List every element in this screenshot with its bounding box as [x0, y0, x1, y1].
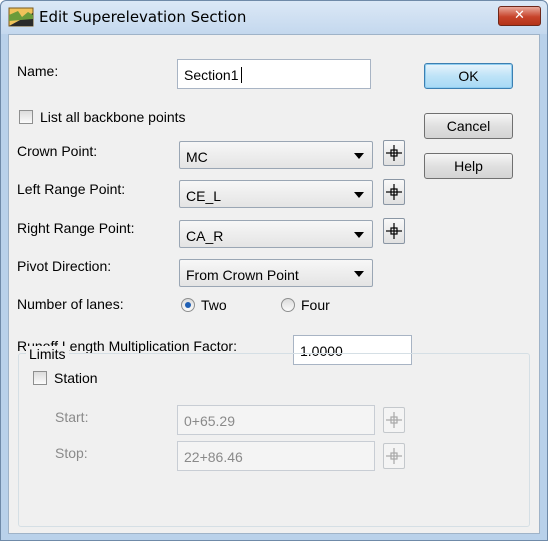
lanes-four-radio[interactable]: [281, 298, 295, 312]
station-checkbox[interactable]: [33, 371, 47, 385]
lanes-two-radio[interactable]: [181, 298, 195, 312]
station-label: Station: [54, 370, 98, 386]
right-range-point-pick-button[interactable]: [383, 218, 405, 244]
radio-selected-dot: [185, 302, 191, 308]
superelevation-app-icon: [8, 7, 34, 27]
ok-button[interactable]: OK: [424, 63, 513, 89]
number-of-lanes-label: Number of lanes:: [17, 296, 124, 312]
limits-group-label: Limits: [26, 346, 69, 362]
pivot-direction-label: Pivot Direction:: [17, 258, 112, 274]
list-all-backbone-checkbox[interactable]: [19, 110, 33, 124]
crosshair-target-icon: [386, 448, 402, 464]
crosshair-target-icon: [386, 412, 402, 428]
chevron-down-icon: [354, 192, 364, 198]
chevron-down-icon: [354, 232, 364, 238]
pivot-direction-dropdown[interactable]: From Crown Point: [179, 259, 373, 287]
left-range-point-pick-button[interactable]: [383, 179, 405, 205]
cancel-button[interactable]: Cancel: [424, 113, 513, 139]
list-all-backbone-label: List all backbone points: [40, 109, 186, 125]
left-range-point-value: CE_L: [186, 188, 222, 204]
title-bar[interactable]: Edit Superelevation Section ✕: [1, 1, 547, 34]
dialog-window: Edit Superelevation Section ✕ Name: Sect…: [0, 0, 548, 541]
help-button[interactable]: Help: [424, 153, 513, 179]
lanes-four-label: Four: [301, 297, 330, 313]
left-range-point-dropdown[interactable]: CE_L: [179, 180, 373, 208]
crosshair-target-icon: [386, 223, 402, 239]
dialog-body: Name: Section1 OK Cancel Help List all b…: [8, 34, 540, 534]
chevron-down-icon: [354, 271, 364, 277]
window-title: Edit Superelevation Section: [39, 8, 247, 26]
crown-point-value: MC: [186, 149, 208, 165]
crown-point-dropdown[interactable]: MC: [179, 141, 373, 169]
close-button[interactable]: ✕: [498, 6, 541, 26]
text-caret: [241, 67, 243, 83]
chevron-down-icon: [354, 153, 364, 159]
start-label: Start:: [55, 409, 89, 425]
crown-point-pick-button[interactable]: [383, 140, 405, 166]
start-station-input[interactable]: 0+65.29: [177, 405, 375, 435]
crosshair-target-icon: [386, 145, 402, 161]
stop-station-input[interactable]: 22+86.46: [177, 441, 375, 471]
right-range-point-label: Right Range Point:: [17, 220, 135, 236]
crosshair-target-icon: [386, 184, 402, 200]
right-range-point-dropdown[interactable]: CA_R: [179, 220, 373, 248]
right-range-point-value: CA_R: [186, 228, 224, 244]
lanes-two-label: Two: [201, 297, 227, 313]
crown-point-label: Crown Point:: [17, 143, 98, 159]
stop-label: Stop:: [55, 445, 88, 461]
left-range-point-label: Left Range Point:: [17, 181, 126, 197]
name-input[interactable]: Section1: [177, 59, 371, 89]
name-label: Name:: [17, 63, 59, 79]
name-value: Section1: [184, 67, 239, 83]
close-icon: ✕: [514, 8, 525, 23]
start-station-pick-button[interactable]: [383, 407, 405, 433]
pivot-direction-value: From Crown Point: [186, 267, 299, 283]
stop-station-pick-button[interactable]: [383, 443, 405, 469]
